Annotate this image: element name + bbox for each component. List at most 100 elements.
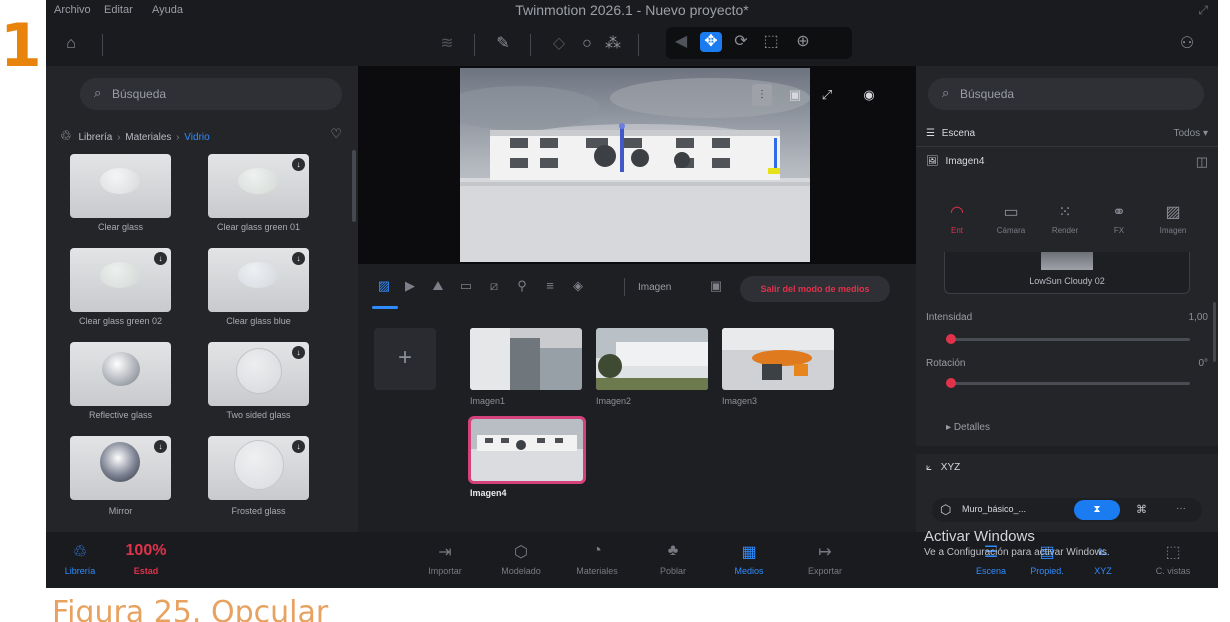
breadcrumb-materiales[interactable]: Materiales xyxy=(125,132,171,143)
scene-header[interactable]: ☰ Escena xyxy=(926,128,975,139)
download-icon[interactable]: ↓ xyxy=(292,252,305,265)
presentation-icon[interactable]: ▭ xyxy=(456,278,476,294)
tab-poblar[interactable]: ♣ Poblar xyxy=(638,542,708,576)
download-icon[interactable]: ↓ xyxy=(292,440,305,453)
exit-media-mode-button[interactable]: Salir del modo de medios xyxy=(740,276,890,302)
tab-camera-views[interactable]: ⬚ C. vistas xyxy=(1144,542,1202,576)
media-icon: ▦ xyxy=(741,544,757,561)
tab-importar[interactable]: ⇥ Importar xyxy=(410,542,480,576)
download-icon[interactable]: ↓ xyxy=(292,158,305,171)
cube-icon: ⬡ xyxy=(514,544,528,561)
breadcrumb-vidrio[interactable]: Vidrio xyxy=(184,132,209,143)
move-icon[interactable]: ✥ xyxy=(700,32,722,52)
circle-select-icon[interactable]: ○ xyxy=(576,34,598,54)
favorite-icon[interactable]: ♡ xyxy=(330,126,342,142)
user-icon[interactable]: ⚇ xyxy=(1176,34,1198,54)
material-card-mirror[interactable]: ↓ xyxy=(70,436,171,500)
more-icon[interactable]: ··· xyxy=(1176,503,1186,514)
material-card-clear-glass[interactable] xyxy=(70,154,171,218)
viewport[interactable]: ⋮ ▣ ⤢ ◉ xyxy=(358,66,916,264)
download-icon[interactable]: ↓ xyxy=(292,346,305,359)
tab-fx[interactable]: ⚭ FX xyxy=(1092,202,1146,235)
media-thumbnail-label: Imagen4 xyxy=(470,488,507,498)
scatter-icon[interactable]: ⁂ xyxy=(602,34,624,54)
material-card-frosted-glass[interactable]: ↓ xyxy=(208,436,309,500)
link-toggle[interactable]: ⧗ xyxy=(1074,500,1120,520)
tab-imagen[interactable]: ▨ Imagen xyxy=(1146,202,1200,235)
stats-tab[interactable]: 100% Estad xyxy=(120,542,172,576)
vr-icon[interactable]: ◈ xyxy=(568,278,588,294)
object-label: Imagen4 xyxy=(945,156,985,167)
library-search[interactable]: ⌕ Búsqueda xyxy=(80,78,342,110)
list-icon[interactable]: ≡ xyxy=(540,278,560,293)
preview-icon[interactable]: ▣ xyxy=(706,278,726,294)
scene-filter[interactable]: Todos ▾ xyxy=(1174,128,1209,139)
layers-icon[interactable]: ≋ xyxy=(436,34,458,54)
download-icon[interactable]: ↓ xyxy=(154,252,167,265)
fullscreen-icon[interactable]: ⤢ xyxy=(814,84,840,106)
intensity-slider-handle[interactable] xyxy=(946,334,956,344)
home-icon[interactable]: ⌂ xyxy=(60,34,82,54)
back-icon[interactable]: ◀ xyxy=(670,32,692,52)
library-tab[interactable]: ♲ Librería xyxy=(54,542,106,576)
transform-tools: ◀ ✥ ⟳ ⬚ ⊕ xyxy=(666,27,852,59)
media-thumbnail[interactable] xyxy=(470,328,582,390)
material-card-clear-glass-green-02[interactable]: ↓ xyxy=(70,248,171,312)
tab-render[interactable]: ⁙ Render xyxy=(1038,202,1092,235)
phasing-icon[interactable]: ⧄ xyxy=(484,278,504,294)
scene-label: Escena xyxy=(941,128,976,139)
video-icon[interactable]: ▶ xyxy=(400,278,420,294)
split-view-icon[interactable]: ◫ xyxy=(1196,154,1208,170)
filter-label: Todos xyxy=(1173,128,1201,139)
tab-exportar[interactable]: ↦ Exportar xyxy=(790,542,860,576)
details-expander[interactable]: ▸ Detalles xyxy=(946,422,990,433)
link-icon[interactable]: ⌘ xyxy=(1136,503,1147,516)
media-thumbnail[interactable] xyxy=(596,328,708,390)
eye-icon[interactable]: ◉ xyxy=(856,84,882,106)
media-grid: + Imagen1 Imagen2 Imagen3 Imagen4 xyxy=(358,314,916,532)
media-thumbnail-selected[interactable] xyxy=(468,416,586,484)
material-label: Clear glass blue xyxy=(226,316,291,326)
download-icon[interactable]: ↓ xyxy=(154,440,167,453)
screen-icon[interactable]: ▣ xyxy=(782,84,808,106)
object-row[interactable]: ⬡ Muro_básico_... ⧗ ⌘ ··· xyxy=(932,498,1202,522)
paint-icon[interactable]: ◇ xyxy=(548,34,570,54)
cube-icon: ⬡ xyxy=(940,502,952,517)
scale-icon[interactable]: ⬚ xyxy=(760,32,782,52)
rotation-slider[interactable] xyxy=(946,378,1190,388)
media-thumbnail[interactable] xyxy=(722,328,834,390)
properties-scrollbar[interactable] xyxy=(1213,302,1216,362)
media-toolbar: ▨ ▶ ⛰ ▭ ⧄ ⚲ ≡ ◈ Imagen ▣ Salir del modo … xyxy=(358,264,916,314)
tab-ent[interactable]: ◠ Ent xyxy=(930,202,984,235)
tab-medios[interactable]: ▦ Medios xyxy=(714,542,784,576)
globe-icon[interactable]: ⊕ xyxy=(792,32,814,52)
import-icon: ⇥ xyxy=(438,544,452,561)
eyedropper-icon[interactable]: ✎ xyxy=(492,34,514,54)
material-card-clear-glass-green-01[interactable]: ↓ xyxy=(208,154,309,218)
rotation-slider-handle[interactable] xyxy=(946,378,956,388)
xyz-header[interactable]: ⟀ XYZ xyxy=(926,462,960,473)
breadcrumb-libreria[interactable]: Librería xyxy=(78,132,112,143)
rotate-icon[interactable]: ⟳ xyxy=(730,32,752,52)
selected-object[interactable]: 🖼︎ Imagen4 xyxy=(926,156,984,167)
library-panel: ⌕ Búsqueda ♲ Librería › Materiales › Vid… xyxy=(46,66,358,532)
figure-icon[interactable]: ⚲ xyxy=(512,278,532,294)
section-number: 1 xyxy=(0,11,42,81)
tab-camara[interactable]: ▭ Cámara xyxy=(984,202,1038,235)
material-card-two-sided-glass[interactable]: ↓ xyxy=(208,342,309,406)
library-scrollbar[interactable] xyxy=(352,150,356,222)
render-info-button[interactable]: ⋮ xyxy=(752,84,772,106)
activation-title: Activar Windows xyxy=(924,528,1035,545)
image-media-icon[interactable]: ▨ xyxy=(374,278,394,294)
panorama-icon[interactable]: ⛰ xyxy=(428,278,448,294)
scene-search[interactable]: ⌕ Búsqueda xyxy=(928,78,1204,110)
sky-preset-card[interactable]: LowSun Cloudy 02 xyxy=(944,252,1190,294)
tab-materiales[interactable]: ◔ Materiales xyxy=(562,542,632,576)
material-card-clear-glass-blue[interactable]: ↓ xyxy=(208,248,309,312)
material-card-reflective-glass[interactable] xyxy=(70,342,171,406)
tab-modelado[interactable]: ⬡ Modelado xyxy=(486,542,556,576)
add-media-button[interactable]: + xyxy=(374,328,436,390)
intensity-slider[interactable] xyxy=(946,334,1190,344)
image-object-icon: 🖼︎ xyxy=(926,156,939,167)
expand-icon[interactable]: ⤢ xyxy=(1198,3,1208,18)
